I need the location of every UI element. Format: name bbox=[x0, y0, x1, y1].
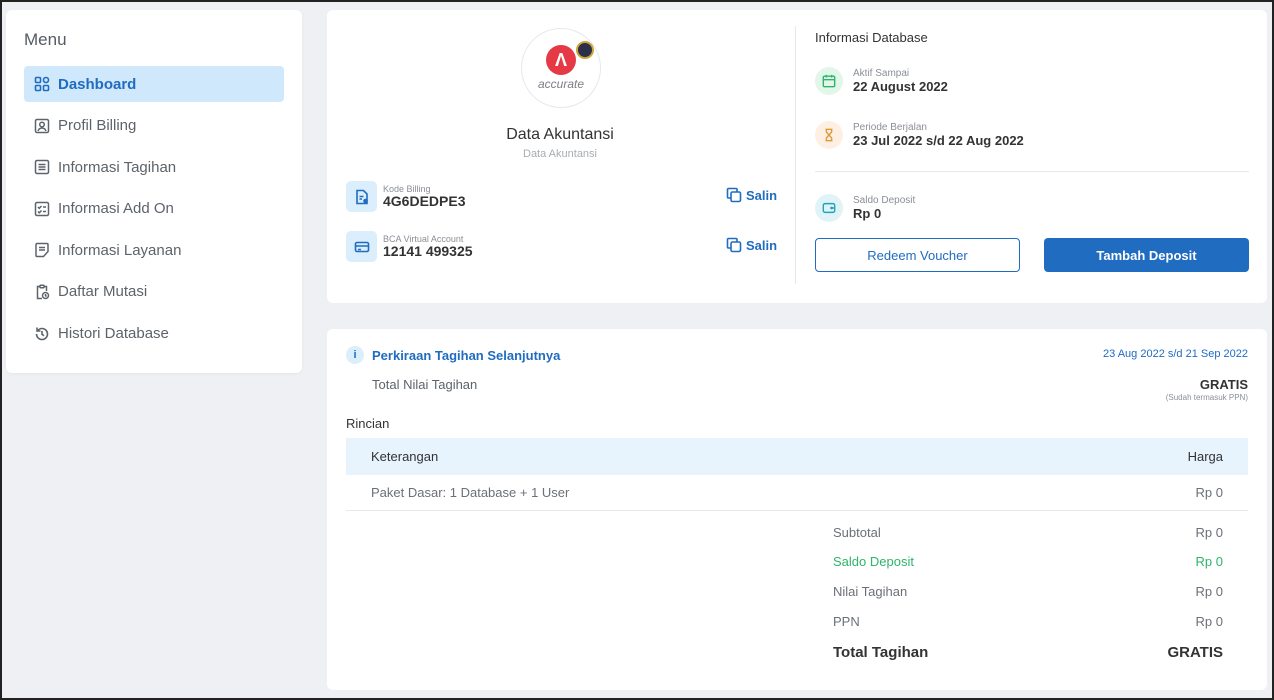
billing-document-icon bbox=[346, 181, 377, 212]
virtual-account-row: BCA Virtual Account 12141 499325 bbox=[346, 231, 473, 262]
copy-label: Salin bbox=[746, 237, 778, 253]
sidebar-item-daftar-mutasi[interactable]: Daftar Mutasi bbox=[24, 274, 284, 310]
bill-value-row: Nilai Tagihan Rp 0 bbox=[833, 584, 1223, 599]
total-bill-value: GRATIS bbox=[1199, 377, 1248, 392]
profile-icon bbox=[34, 118, 50, 134]
row-description: Paket Dasar: 1 Database + 1 User bbox=[371, 485, 570, 500]
sidebar-item-label: Informasi Tagihan bbox=[58, 158, 177, 176]
logo-text: accurate bbox=[537, 77, 585, 91]
virtual-account-value: 12141 499325 bbox=[383, 243, 473, 259]
award-badge-icon bbox=[576, 41, 594, 59]
current-period-value: 23 Jul 2022 s/d 22 Aug 2022 bbox=[853, 133, 1024, 148]
info-icon: i bbox=[346, 346, 364, 364]
sidebar-item-informasi-layanan[interactable]: Informasi Layanan bbox=[24, 232, 284, 268]
card-icon bbox=[346, 231, 377, 262]
sidebar-item-label: Histori Database bbox=[58, 325, 169, 343]
billing-code-row: Kode Billing 4G6DEDPE3 bbox=[346, 181, 465, 212]
sidebar-item-label: Daftar Mutasi bbox=[58, 283, 148, 301]
database-info-title: Informasi Database bbox=[815, 30, 928, 45]
account-card: Λ accurate Data Akuntansi Data Akuntansi… bbox=[327, 10, 1267, 303]
table-row: Paket Dasar: 1 Database + 1 User Rp 0 bbox=[346, 475, 1248, 511]
sidebar-item-label: Informasi Add On bbox=[58, 200, 174, 218]
total-bill-label: Total Nilai Tagihan bbox=[372, 377, 478, 392]
current-period-label: Periode Berjalan bbox=[853, 122, 927, 133]
subtotal-row: Subtotal Rp 0 bbox=[833, 525, 1223, 540]
sidebar-item-label: Dashboard bbox=[58, 75, 137, 93]
deposit-label: Saldo Deposit bbox=[853, 195, 916, 206]
redeem-voucher-button[interactable]: Redeem Voucher bbox=[815, 238, 1020, 272]
history-icon bbox=[34, 326, 50, 342]
estimate-period: 23 Aug 2022 s/d 21 Sep 2022 bbox=[1103, 348, 1248, 360]
copy-virtual-account-button[interactable]: Salin bbox=[726, 237, 777, 253]
clipboard-clock-icon bbox=[34, 284, 50, 300]
details-title: Rincian bbox=[346, 416, 390, 431]
estimate-header: i Perkiraan Tagihan Selanjutnya bbox=[346, 346, 560, 364]
sidebar-item-histori-database[interactable]: Histori Database bbox=[24, 316, 284, 352]
active-until-label: Aktif Sampai bbox=[853, 68, 910, 79]
account-subtitle: Data Akuntansi bbox=[523, 148, 597, 160]
current-period-row: Periode Berjalan 23 Jul 2022 s/d 22 Aug … bbox=[815, 121, 1024, 149]
active-until-value: 22 August 2022 bbox=[853, 79, 948, 94]
billing-code-value: 4G6DEDPE3 bbox=[383, 193, 466, 209]
checklist-icon bbox=[34, 201, 50, 217]
subtotal-label: Subtotal bbox=[833, 525, 881, 540]
deposit-row: Saldo Deposit Rp 0 bbox=[815, 194, 915, 222]
dashboard-icon bbox=[34, 76, 50, 92]
ppn-row: PPN Rp 0 bbox=[833, 614, 1223, 629]
ppn-value: Rp 0 bbox=[1195, 614, 1223, 629]
row-price: Rp 0 bbox=[1195, 485, 1223, 500]
bill-estimate-card: i Perkiraan Tagihan Selanjutnya 23 Aug 2… bbox=[327, 329, 1267, 690]
copy-icon bbox=[726, 237, 742, 253]
account-title: Data Akuntansi bbox=[506, 126, 614, 143]
sidebar-item-label: Informasi Layanan bbox=[58, 241, 182, 259]
deposit-summary-label: Saldo Deposit bbox=[833, 554, 914, 569]
wallet-icon bbox=[815, 194, 843, 222]
divider bbox=[795, 26, 796, 284]
calendar-icon bbox=[815, 67, 843, 95]
sidebar-item-profil-billing[interactable]: Profil Billing bbox=[24, 108, 284, 144]
accurate-logo: Λ accurate bbox=[521, 28, 601, 108]
table-header: Keterangan Harga bbox=[346, 438, 1248, 475]
total-bill-summary-label: Total Tagihan bbox=[833, 644, 929, 661]
copy-billing-code-button[interactable]: Salin bbox=[726, 187, 777, 203]
sidebar-item-informasi-add-on[interactable]: Informasi Add On bbox=[24, 191, 284, 227]
copy-label: Salin bbox=[746, 187, 778, 203]
bill-value-label: Nilai Tagihan bbox=[833, 584, 908, 599]
active-until-row: Aktif Sampai 22 August 2022 bbox=[815, 67, 948, 95]
deposit-summary-value: Rp 0 bbox=[1195, 554, 1223, 569]
copy-icon bbox=[726, 187, 742, 203]
total-bill-row: Total Tagihan GRATIS bbox=[833, 644, 1223, 661]
ppn-label: PPN bbox=[833, 614, 860, 629]
sidebar-item-dashboard[interactable]: Dashboard bbox=[24, 66, 284, 102]
estimate-title: Perkiraan Tagihan Selanjutnya bbox=[372, 347, 561, 363]
subtotal-value: Rp 0 bbox=[1195, 525, 1223, 540]
divider bbox=[815, 171, 1249, 172]
ppn-note: (Sudah termasuk PPN) bbox=[1165, 393, 1248, 402]
column-header-description: Keterangan bbox=[371, 449, 439, 464]
add-deposit-button[interactable]: Tambah Deposit bbox=[1044, 238, 1249, 272]
menu-title: Menu bbox=[24, 30, 67, 49]
document-icon bbox=[34, 242, 50, 258]
logo-mark-icon: Λ bbox=[546, 45, 576, 75]
total-bill-summary-value: GRATIS bbox=[1167, 644, 1223, 661]
sidebar-item-label: Profil Billing bbox=[58, 117, 137, 135]
deposit-value: Rp 0 bbox=[853, 206, 882, 221]
hourglass-icon bbox=[815, 121, 843, 149]
list-icon bbox=[34, 159, 50, 175]
deposit-summary-row: Saldo Deposit Rp 0 bbox=[833, 554, 1223, 569]
sidebar: Menu Dashboard Profil Billing Informasi … bbox=[6, 10, 302, 373]
sidebar-item-informasi-tagihan[interactable]: Informasi Tagihan bbox=[24, 149, 284, 185]
bill-value-value: Rp 0 bbox=[1195, 584, 1223, 599]
column-header-price: Harga bbox=[1187, 449, 1223, 464]
